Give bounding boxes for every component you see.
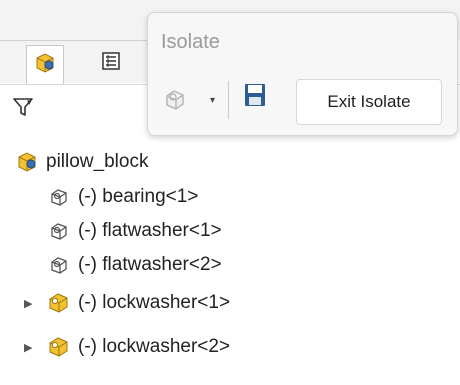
tree-item-flatwasher-1[interactable]: (-) flatwasher<1> (46, 214, 222, 248)
display-style-button[interactable] (162, 83, 206, 119)
separator (228, 81, 229, 119)
chevron-down-icon[interactable]: ▾ (27, 97, 32, 108)
save-button[interactable] (240, 79, 270, 115)
assembly-icon (14, 149, 40, 175)
part-outline-icon (46, 218, 72, 244)
tab-property-manager[interactable] (92, 45, 130, 81)
tree-root[interactable]: pillow_block (14, 145, 148, 179)
tree-item-lockwasher-1[interactable]: (-) lockwasher<1> (46, 286, 230, 320)
isolate-popup: Isolate ▾ Exit Isolate (147, 12, 458, 136)
isolate-title: Isolate (161, 31, 220, 53)
part-outline-icon (46, 252, 72, 278)
tree-root-label: pillow_block (46, 151, 149, 172)
part-outline-icon (46, 184, 72, 210)
assembly-icon (34, 52, 56, 79)
tree-item-bearing-1[interactable]: (-) bearing<1> (46, 180, 198, 214)
tree-item-flatwasher-2[interactable]: (-) flatwasher<2> (46, 248, 222, 282)
tree-item-lockwasher-2[interactable]: (-) lockwasher<2> (46, 330, 230, 364)
save-icon (243, 82, 267, 113)
expand-arrow-icon[interactable]: ▶ (24, 330, 34, 364)
property-manager-icon (101, 51, 121, 76)
tree-item-label: (-) flatwasher<2> (78, 254, 222, 275)
tree-item-label: (-) flatwasher<1> (78, 220, 222, 241)
tree-item-label: (-) bearing<1> (78, 186, 199, 207)
subassembly-icon (46, 290, 72, 316)
subassembly-icon (46, 334, 72, 360)
tree-item-label: (-) lockwasher<2> (78, 336, 231, 357)
part-wireframe-icon (162, 86, 188, 117)
tab-feature-tree[interactable] (26, 45, 64, 84)
chevron-down-icon[interactable]: ▾ (210, 95, 215, 106)
panel-tabs (0, 40, 150, 84)
tree-item-label: (-) lockwasher<1> (78, 292, 231, 313)
expand-arrow-icon[interactable]: ▶ (24, 286, 34, 320)
exit-isolate-button[interactable]: Exit Isolate (296, 79, 442, 125)
